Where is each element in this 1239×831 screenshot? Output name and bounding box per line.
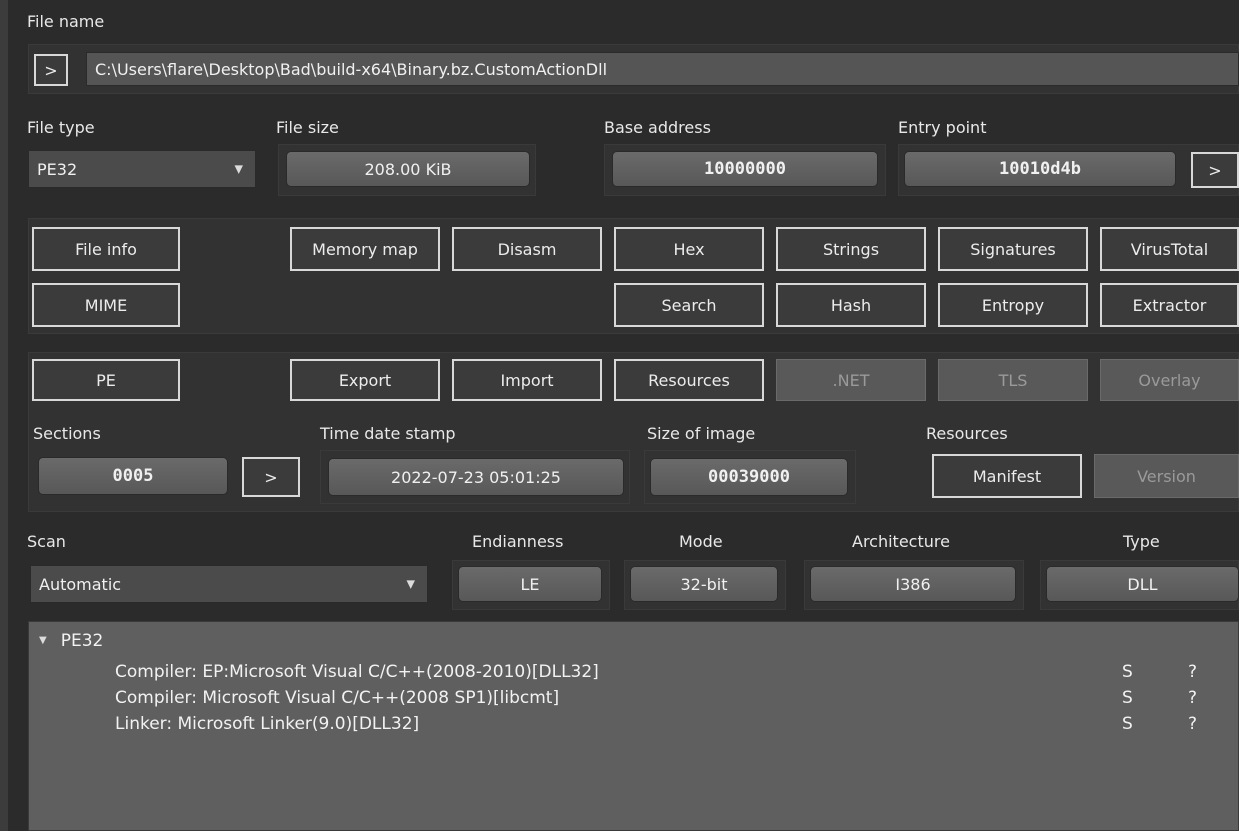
chevron-down-icon: ▼ — [406, 577, 415, 591]
file-type-label: File type — [27, 118, 95, 137]
tls-button[interactable]: TLS — [938, 359, 1088, 401]
overlay-button[interactable]: Overlay — [1100, 359, 1239, 401]
file-info-button[interactable]: File info — [32, 227, 180, 271]
time-date-stamp-label: Time date stamp — [320, 424, 456, 443]
time-date-stamp-value: 2022-07-23 05:01:25 — [328, 458, 624, 496]
tree-item[interactable]: Compiler: EP:Microsoft Visual C/C++(2008… — [115, 662, 599, 682]
scan-value: Automatic — [39, 574, 122, 594]
search-button[interactable]: Search — [614, 283, 764, 327]
tree-item-text: Compiler: EP:Microsoft Visual C/C++(2008… — [115, 662, 599, 682]
entropy-button[interactable]: Entropy — [938, 283, 1088, 327]
file-size-value: 208.00 KiB — [286, 151, 530, 187]
mode-label: Mode — [679, 532, 723, 551]
tree-item-text: Linker: Microsoft Linker(9.0)[DLL32] — [115, 714, 420, 734]
tree-item-info[interactable]: ? — [1188, 714, 1197, 734]
base-address-value: 10000000 — [612, 151, 878, 187]
architecture-label: Architecture — [852, 532, 950, 551]
type-label: Type — [1123, 532, 1160, 551]
memory-map-button[interactable]: Memory map — [290, 227, 440, 271]
endianness-label: Endianness — [472, 532, 564, 551]
disasm-button[interactable]: Disasm — [452, 227, 602, 271]
pe-button[interactable]: PE — [32, 359, 180, 401]
size-of-image-label: Size of image — [647, 424, 756, 443]
manifest-button[interactable]: Manifest — [932, 454, 1082, 498]
virustotal-button[interactable]: VirusTotal — [1100, 227, 1239, 271]
entry-point-label: Entry point — [898, 118, 987, 137]
net-button[interactable]: .NET — [776, 359, 926, 401]
file-name-label: File name — [27, 12, 105, 31]
sections-button[interactable]: > — [242, 457, 300, 497]
version-button[interactable]: Version — [1094, 454, 1239, 498]
mode-value: 32-bit — [630, 566, 778, 602]
scan-select[interactable]: Automatic ▼ — [30, 565, 428, 603]
file-type-select[interactable]: PE32 ▼ — [28, 150, 256, 188]
mime-button[interactable]: MIME — [32, 283, 180, 327]
scan-results-tree[interactable]: ▼ PE32 Compiler: EP:Microsoft Visual C/C+… — [28, 621, 1239, 831]
tree-item-info[interactable]: ? — [1188, 662, 1197, 682]
import-button[interactable]: Import — [452, 359, 602, 401]
entry-point-button[interactable]: > — [1191, 152, 1239, 188]
endianness-value: LE — [458, 566, 602, 602]
architecture-value: I386 — [810, 566, 1016, 602]
tree-item-info[interactable]: ? — [1188, 688, 1197, 708]
tree-item-flag: S — [1122, 714, 1133, 734]
tree-item-flag: S — [1122, 662, 1133, 682]
chevron-down-icon: ▼ — [234, 162, 243, 176]
file-path-field[interactable]: C:\Users\flare\Desktop\Bad\build-x64\Bin… — [86, 52, 1239, 86]
export-button[interactable]: Export — [290, 359, 440, 401]
file-type-value: PE32 — [37, 159, 78, 179]
scan-label: Scan — [27, 532, 66, 551]
sections-label: Sections — [33, 424, 101, 443]
hash-button[interactable]: Hash — [776, 283, 926, 327]
file-path-text: C:\Users\flare\Desktop\Bad\build-x64\Bin… — [95, 59, 608, 79]
size-of-image-value: 00039000 — [650, 458, 848, 496]
type-value: DLL — [1046, 566, 1239, 602]
collapse-arrow-icon[interactable]: ▼ — [39, 635, 47, 646]
signatures-button[interactable]: Signatures — [938, 227, 1088, 271]
tree-item-flag: S — [1122, 688, 1133, 708]
tree-item[interactable]: Compiler: Microsoft Visual C/C++(2008 SP… — [115, 688, 559, 708]
resources-button[interactable]: Resources — [614, 359, 764, 401]
sections-value: 0005 — [38, 457, 228, 495]
tree-item-text: Compiler: Microsoft Visual C/C++(2008 SP… — [115, 688, 560, 708]
tree-item[interactable]: Linker: Microsoft Linker(9.0)[DLL32] — [115, 714, 419, 734]
hex-button[interactable]: Hex — [614, 227, 764, 271]
file-size-label: File size — [276, 118, 339, 137]
extractor-button[interactable]: Extractor — [1100, 283, 1239, 327]
tree-root-label: PE32 — [60, 631, 104, 651]
entry-point-value: 10010d4b — [904, 151, 1176, 187]
left-edge — [0, 0, 8, 831]
resources-group-label: Resources — [926, 424, 1008, 443]
base-address-label: Base address — [604, 118, 711, 137]
tree-root[interactable]: ▼ PE32 — [39, 631, 103, 651]
strings-button[interactable]: Strings — [776, 227, 926, 271]
file-open-button[interactable]: > — [34, 54, 68, 86]
